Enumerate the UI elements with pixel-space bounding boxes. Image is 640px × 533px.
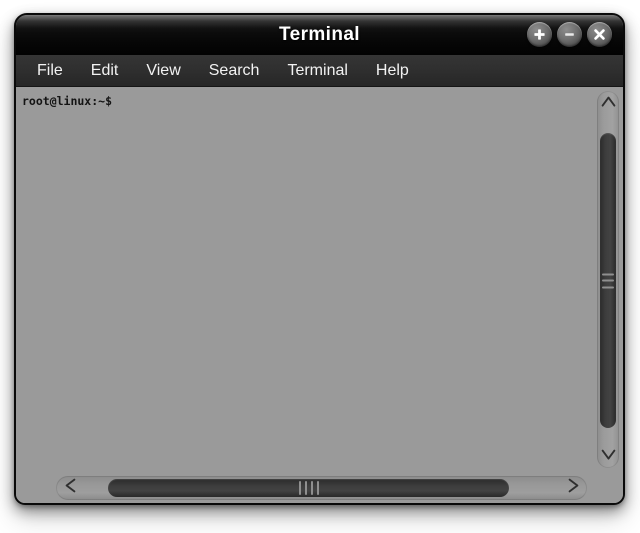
menu-item-view[interactable]: View	[135, 59, 191, 83]
vertical-scrollbar-grip	[602, 273, 614, 288]
horizontal-scrollbar[interactable]	[56, 476, 587, 500]
close-button[interactable]	[587, 22, 612, 47]
scroll-right-button[interactable]	[560, 476, 586, 500]
terminal-output-area[interactable]: root@linux:~$	[16, 87, 594, 472]
chevron-right-icon	[568, 478, 579, 498]
chevron-down-icon	[601, 447, 616, 465]
window-controls	[527, 22, 612, 47]
menu-item-file[interactable]: File	[26, 59, 74, 83]
plus-icon	[533, 28, 546, 41]
desktop-background: Terminal File Edit View Search Terminal …	[0, 0, 640, 533]
horizontal-scrollbar-grip	[298, 481, 319, 495]
menubar: File Edit View Search Terminal Help	[16, 55, 623, 87]
terminal-body: root@linux:~$	[16, 87, 623, 503]
scroll-down-button[interactable]	[597, 445, 619, 467]
scroll-left-button[interactable]	[57, 476, 83, 500]
menu-item-terminal[interactable]: Terminal	[276, 59, 358, 83]
menu-item-search[interactable]: Search	[198, 59, 271, 83]
window-titlebar[interactable]: Terminal	[16, 15, 623, 55]
scroll-up-button[interactable]	[597, 92, 619, 114]
terminal-window: Terminal File Edit View Search Terminal …	[14, 13, 625, 505]
vertical-scrollbar[interactable]	[597, 91, 619, 468]
close-icon	[593, 28, 606, 41]
chevron-up-icon	[601, 94, 616, 112]
minimize-button[interactable]	[557, 22, 582, 47]
horizontal-scrollbar-thumb[interactable]	[108, 479, 509, 497]
vertical-scrollbar-thumb[interactable]	[600, 133, 616, 428]
maximize-button[interactable]	[527, 22, 552, 47]
chevron-left-icon	[65, 478, 76, 498]
menu-item-edit[interactable]: Edit	[80, 59, 130, 83]
terminal-prompt-line: root@linux:~$	[22, 94, 113, 108]
menu-item-help[interactable]: Help	[365, 59, 420, 83]
minus-icon	[563, 28, 576, 41]
